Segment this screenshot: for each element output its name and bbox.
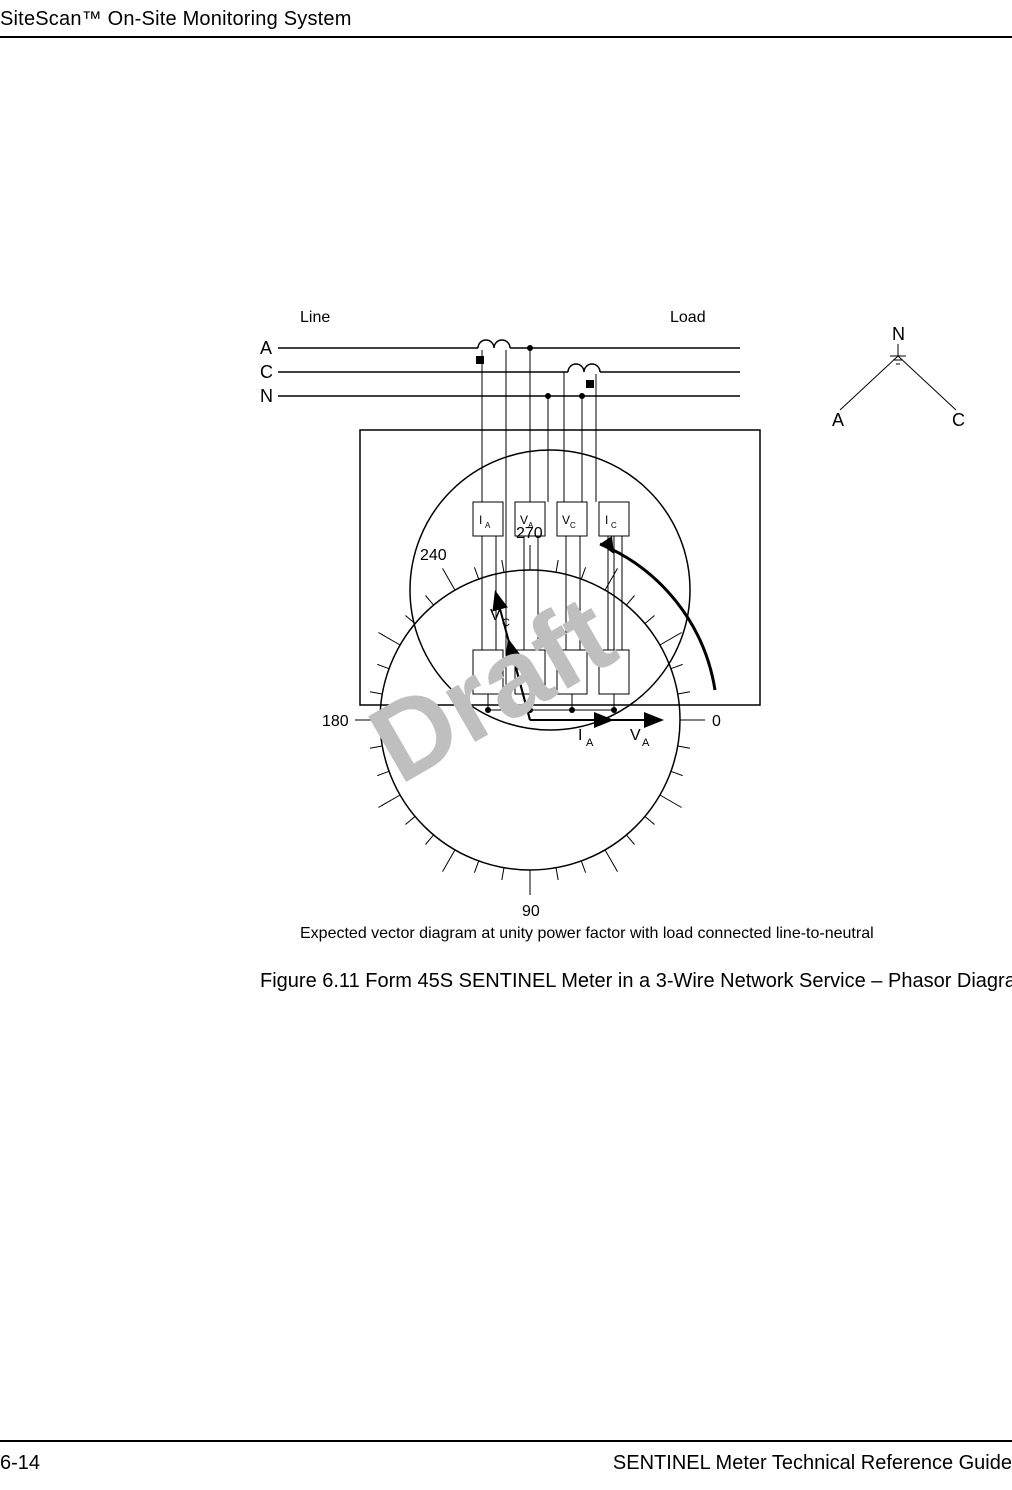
header-title: SiteScan™ On-Site Monitoring System (0, 8, 352, 31)
svg-text:A: A (832, 410, 844, 430)
header-rule (0, 36, 1012, 38)
figure-caption: Figure 6.11 Form 45S SENTINEL Meter in a… (260, 970, 1012, 993)
phase-n-label: N (260, 386, 273, 406)
phase-a-label: A (260, 338, 272, 358)
footer-page-number: 6-14 (0, 1452, 40, 1475)
line-label: Line (300, 309, 330, 326)
figure-description: Expected vector diagram at unity power f… (300, 925, 874, 943)
footer-rule (0, 1440, 1012, 1442)
svg-text:N: N (892, 324, 905, 344)
draft-watermark: Draft (310, 520, 710, 820)
svg-text:0: 0 (712, 713, 721, 730)
load-label: Load (670, 309, 706, 326)
phase-c-label: C (260, 362, 273, 382)
svg-text:Draft: Draft (350, 572, 634, 807)
nac-mini-diagram: N A C (832, 324, 965, 430)
footer-guide-title: SENTINEL Meter Technical Reference Guide (613, 1452, 1012, 1475)
svg-text:90: 90 (522, 903, 540, 920)
svg-text:C: C (952, 410, 965, 430)
page: SiteScan™ On-Site Monitoring System Line… (0, 0, 1012, 1490)
